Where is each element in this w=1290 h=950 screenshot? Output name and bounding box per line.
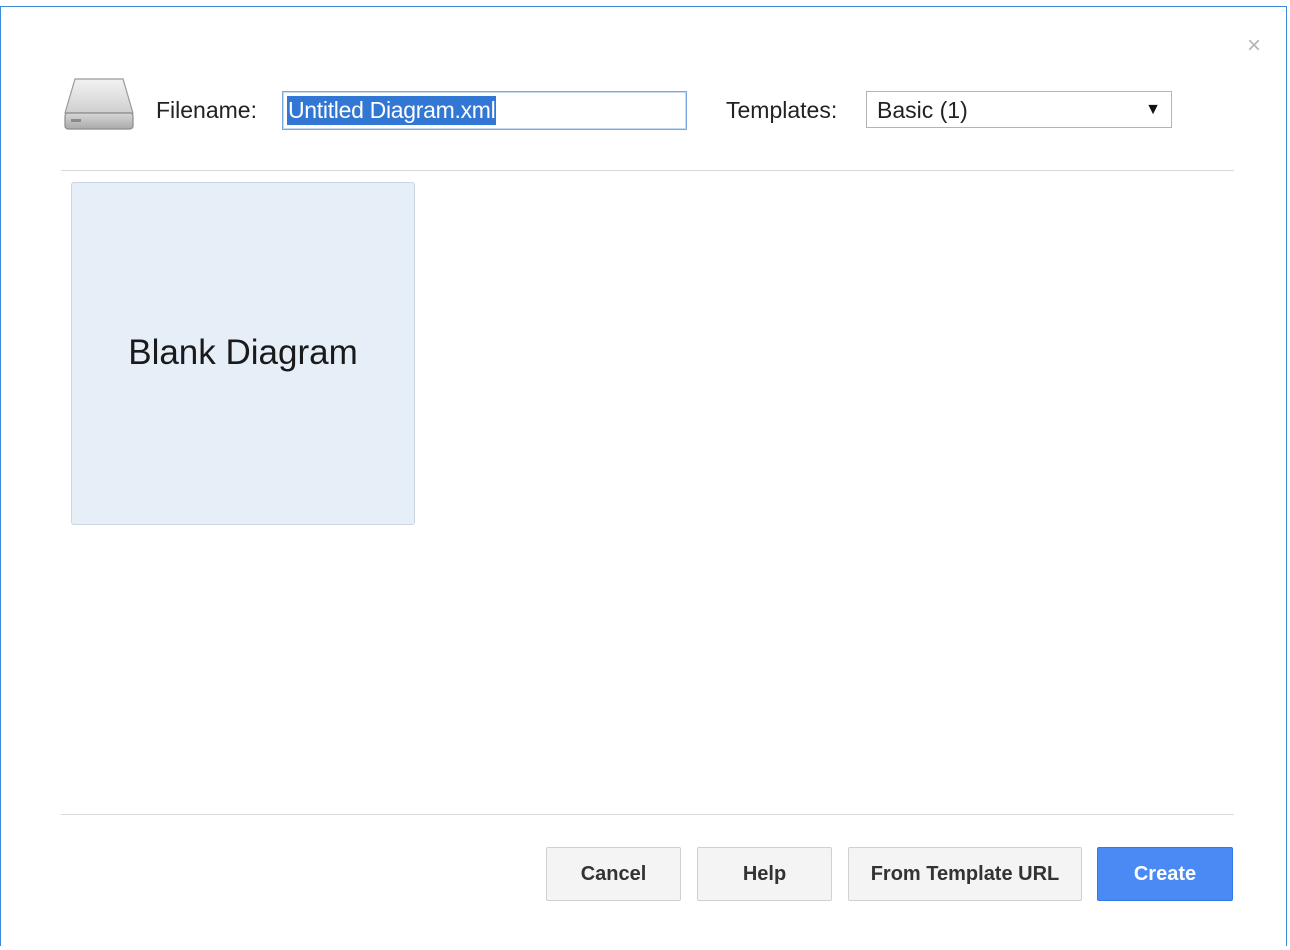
help-button[interactable]: Help (697, 847, 832, 901)
footer-divider (61, 814, 1234, 815)
hard-drive-icon (63, 75, 135, 133)
template-tile-label: Blank Diagram (128, 333, 358, 372)
cancel-button[interactable]: Cancel (546, 847, 681, 901)
from-template-url-button[interactable]: From Template URL (848, 847, 1082, 901)
templates-label: Templates: (726, 97, 838, 123)
dropdown-arrow-icon: ▼ (1145, 101, 1161, 118)
create-button[interactable]: Create (1097, 847, 1233, 901)
filename-input[interactable]: Untitled Diagram.xml (282, 91, 687, 130)
template-tile-blank-diagram[interactable]: Blank Diagram (71, 182, 415, 525)
header-divider (61, 170, 1234, 171)
close-icon[interactable]: × (1241, 33, 1267, 59)
filename-value: Untitled Diagram.xml (287, 96, 497, 125)
templates-select[interactable]: Basic (1) ▼ (866, 91, 1172, 128)
new-diagram-dialog: × Filename: Untitled Diagram.xml Templat… (0, 6, 1287, 946)
templates-selected-value: Basic (1) (877, 97, 968, 123)
filename-label: Filename: (156, 97, 257, 123)
